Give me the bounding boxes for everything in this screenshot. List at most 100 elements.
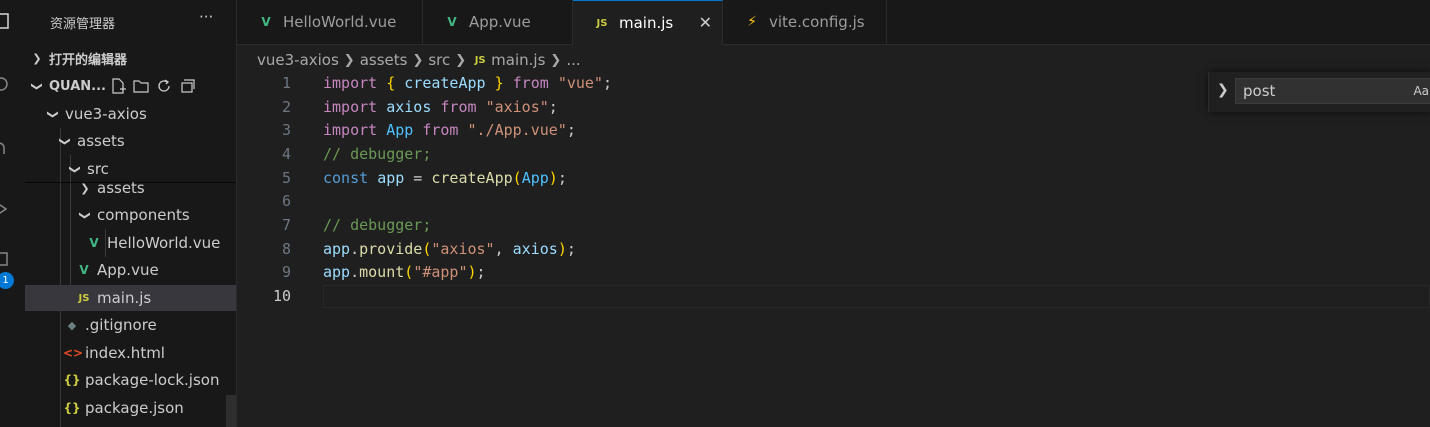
open-editors-section[interactable]: ❯ 打开的编辑器 bbox=[25, 46, 236, 70]
workspace-section[interactable]: ❯ QUAN... bbox=[25, 74, 236, 98]
tree-file-main-js[interactable]: JS main.js bbox=[25, 285, 236, 311]
search-icon[interactable] bbox=[0, 76, 12, 94]
tree-file-package-json[interactable]: {} package.json bbox=[25, 395, 236, 421]
line-number: 4 bbox=[281, 145, 291, 163]
close-icon[interactable]: ✕ bbox=[699, 13, 712, 32]
explorer-title: 资源管理器 bbox=[50, 17, 116, 32]
tree-folder-assets[interactable]: ❯ assets bbox=[25, 175, 236, 201]
vue-icon: V bbox=[79, 263, 89, 277]
explorer-icon[interactable] bbox=[0, 12, 12, 30]
tree-item-label: index.html bbox=[85, 344, 165, 362]
open-editors-label: 打开的编辑器 bbox=[49, 52, 128, 68]
tab-main-js[interactable]: JS main.js ✕ bbox=[573, 0, 723, 45]
new-folder-icon[interactable] bbox=[133, 78, 149, 94]
js-icon: JS bbox=[474, 54, 486, 66]
line-number: 7 bbox=[281, 216, 291, 234]
tree-item-label: assets bbox=[97, 179, 145, 197]
tree-item-label: vue3-axios bbox=[65, 105, 147, 123]
tree-folder-assets[interactable]: ❯ assets bbox=[25, 128, 236, 154]
line-number: 5 bbox=[281, 169, 291, 187]
tab-helloworld-vue[interactable]: V HelloWorld.vue bbox=[237, 0, 423, 44]
line-number: 8 bbox=[281, 240, 291, 258]
chevron-right-icon: ❯ bbox=[32, 51, 42, 65]
extensions-icon[interactable] bbox=[0, 252, 12, 270]
source-control-icon[interactable] bbox=[0, 140, 12, 158]
code-line[interactable]: app.provide("axios", axios); bbox=[323, 240, 576, 258]
breadcrumb-item[interactable]: src bbox=[428, 51, 450, 69]
chevron-down-icon: ❯ bbox=[58, 136, 72, 146]
tree-item-label: package-lock.json bbox=[85, 371, 220, 389]
tab-label: App.vue bbox=[469, 13, 531, 31]
explorer-sidebar: 资源管理器 ··· ❯ 打开的编辑器 ❯ QUAN... ❯ vue3-axio… bbox=[25, 0, 237, 427]
code-line[interactable]: import { createApp } from "vue"; bbox=[323, 74, 612, 92]
chevron-right-icon: ❯ bbox=[80, 181, 90, 195]
code-line[interactable]: import App from "./App.vue"; bbox=[323, 121, 576, 139]
tree-item-label: package.json bbox=[85, 399, 184, 417]
code-line[interactable]: app.mount("#app"); bbox=[323, 263, 486, 281]
json-icon: {} bbox=[63, 373, 81, 387]
vite-icon: ⚡ bbox=[747, 14, 757, 30]
tree-file-helloworld-vue[interactable]: V HelloWorld.vue bbox=[25, 230, 236, 256]
tab-vite-config-js[interactable]: ⚡ vite.config.js bbox=[723, 0, 887, 44]
workspace-label: QUAN... bbox=[49, 78, 106, 94]
match-case-toggle[interactable]: Aa bbox=[1413, 84, 1429, 98]
vue-icon: V bbox=[261, 15, 271, 29]
tree-folder-vue3-axios[interactable]: ❯ vue3-axios bbox=[25, 101, 236, 127]
line-number: 2 bbox=[281, 98, 291, 116]
html-icon: <> bbox=[63, 346, 84, 360]
run-debug-icon[interactable] bbox=[0, 200, 12, 218]
line-number: 9 bbox=[281, 263, 291, 281]
find-widget: ❯ post Aa bbox=[1208, 72, 1430, 112]
code-line[interactable]: import axios from "axios"; bbox=[323, 98, 558, 116]
editor-tab-bar: V HelloWorld.vue V App.vue JS main.js ✕ … bbox=[237, 0, 1430, 45]
code-editor[interactable]: 1 2 3 4 5 6 7 8 9 10 import { createApp … bbox=[237, 71, 1430, 427]
chevron-right-icon: ❯ bbox=[550, 52, 562, 68]
tree-item-label: App.vue bbox=[97, 261, 159, 279]
chevron-right-icon: ❯ bbox=[343, 52, 355, 68]
current-line-highlight bbox=[323, 285, 1430, 308]
tab-label: HelloWorld.vue bbox=[283, 13, 397, 31]
tree-item-label: HelloWorld.vue bbox=[107, 234, 221, 252]
tree-item-label: components bbox=[97, 206, 190, 224]
breadcrumb-item[interactable]: vue3-axios bbox=[257, 51, 339, 69]
js-icon: JS bbox=[78, 292, 90, 304]
vue-icon: V bbox=[89, 236, 99, 250]
new-file-icon[interactable] bbox=[110, 78, 126, 94]
tab-label: vite.config.js bbox=[769, 13, 865, 31]
line-number-current: 10 bbox=[272, 287, 291, 305]
chevron-right-icon: ❯ bbox=[455, 52, 467, 68]
toggle-replace-icon[interactable]: ❯ bbox=[1217, 82, 1229, 98]
json-icon: {} bbox=[63, 401, 81, 415]
tree-file-index-html[interactable]: <> index.html bbox=[25, 340, 236, 366]
tree-file-gitignore[interactable]: ◆ .gitignore bbox=[25, 312, 236, 338]
find-query: post bbox=[1243, 82, 1276, 100]
more-actions-icon[interactable]: ··· bbox=[199, 8, 213, 26]
collapse-all-icon[interactable] bbox=[179, 78, 195, 94]
tree-file-package-lock-json[interactable]: {} package-lock.json bbox=[25, 367, 236, 393]
git-icon: ◆ bbox=[67, 318, 77, 332]
tree-folder-components[interactable]: ❯ components bbox=[25, 202, 236, 228]
chevron-down-icon: ❯ bbox=[46, 109, 60, 119]
code-line[interactable]: // debugger; bbox=[323, 145, 431, 163]
find-input[interactable]: post bbox=[1235, 78, 1430, 104]
breadcrumb-item[interactable]: assets bbox=[360, 51, 408, 69]
code-line[interactable]: const app = createApp(App); bbox=[323, 169, 567, 187]
breadcrumb-item[interactable]: ... bbox=[566, 51, 580, 69]
chevron-right-icon: ❯ bbox=[412, 52, 424, 68]
line-number: 3 bbox=[281, 121, 291, 139]
notification-badge: 1 bbox=[0, 272, 14, 289]
tree-file-app-vue[interactable]: V App.vue bbox=[25, 257, 236, 283]
sidebar-scrollbar[interactable] bbox=[226, 395, 236, 427]
chevron-down-icon: ❯ bbox=[30, 81, 44, 91]
line-number: 6 bbox=[281, 192, 291, 210]
line-number: 1 bbox=[281, 74, 291, 92]
code-line[interactable]: // debugger; bbox=[323, 216, 431, 234]
tree-item-label: assets bbox=[77, 132, 125, 150]
breadcrumb-item[interactable]: main.js bbox=[491, 51, 545, 69]
vue-icon: V bbox=[447, 15, 457, 29]
refresh-icon[interactable] bbox=[156, 78, 172, 94]
js-icon: JS bbox=[596, 17, 608, 29]
tree-item-label: main.js bbox=[97, 289, 152, 307]
tab-app-vue[interactable]: V App.vue bbox=[423, 0, 573, 44]
breadcrumb: vue3-axios ❯ assets ❯ src ❯ JS main.js ❯… bbox=[257, 50, 581, 70]
